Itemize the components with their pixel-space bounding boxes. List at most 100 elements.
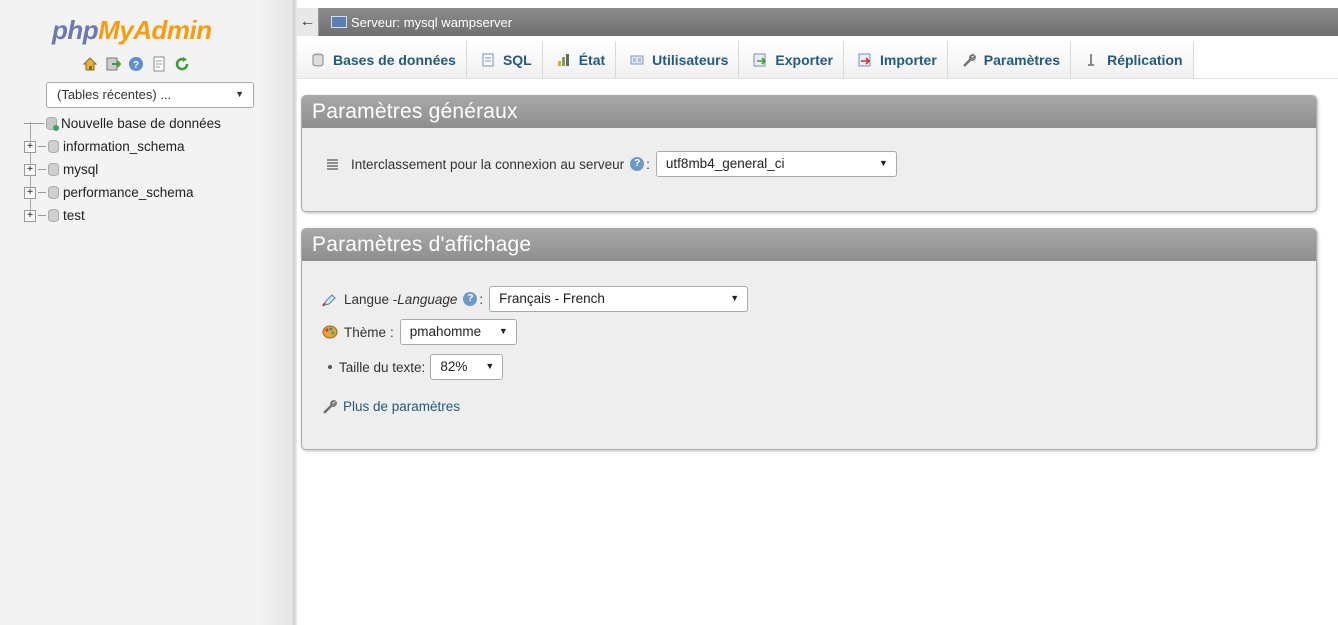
- database-icon: [48, 186, 59, 199]
- svg-text:?: ?: [133, 60, 139, 71]
- tree-item-test[interactable]: + test: [24, 204, 221, 227]
- tab-databases[interactable]: Bases de données: [297, 41, 467, 78]
- reload-icon[interactable]: [174, 56, 190, 72]
- chevron-down-icon: ▼: [879, 158, 888, 168]
- collation-select[interactable]: utf8mb4_general_ci ▼: [655, 151, 897, 177]
- tab-label: Réplication: [1107, 51, 1183, 68]
- database-icon: [48, 209, 59, 222]
- theme-select[interactable]: pmahomme ▼: [399, 319, 517, 345]
- colon-separator: :: [479, 291, 484, 307]
- server-breadcrumb[interactable]: Serveur: mysql wampserver: [351, 15, 512, 30]
- tree-item-information-schema[interactable]: + information_schema: [24, 135, 221, 158]
- font-size-row: Taille du texte: 82% ▼: [322, 354, 504, 380]
- wrench-icon: [323, 400, 337, 414]
- theme-row: Thème : pmahomme ▼: [322, 319, 517, 345]
- tab-settings[interactable]: Paramètres: [947, 41, 1072, 78]
- colon-separator: :: [390, 324, 394, 340]
- chevron-down-icon: ▼: [485, 361, 495, 371]
- tree-connector: [38, 169, 46, 170]
- server-icon: [331, 16, 347, 28]
- docs-icon[interactable]: [151, 56, 167, 72]
- logo-php-text: php: [52, 15, 99, 45]
- help-icon[interactable]: ?: [128, 56, 144, 72]
- sql-icon: [482, 53, 494, 66]
- colon-separator: :: [646, 156, 650, 172]
- general-settings-panel: Paramètres généraux Interclassement pour…: [301, 95, 1317, 212]
- recent-tables-value: (Tables récentes) ...: [57, 87, 172, 102]
- tab-replication[interactable]: Réplication: [1071, 41, 1194, 78]
- list-icon: [327, 159, 338, 170]
- panel-title: Paramètres d'affichage: [302, 229, 1316, 261]
- exit-icon[interactable]: [105, 56, 121, 72]
- navigation-panel: phpMyAdmin ? (Tables récentes) ... ▼ Nou…: [0, 0, 294, 625]
- theme-label: Thème: [344, 324, 387, 340]
- tab-label: Exporter: [775, 51, 833, 68]
- recent-tables-select[interactable]: (Tables récentes) ... ▼: [46, 82, 254, 108]
- database-icon: [312, 53, 324, 66]
- expand-icon[interactable]: +: [24, 140, 36, 153]
- collation-row: Interclassement pour la connexion au ser…: [326, 151, 897, 177]
- home-icon[interactable]: [82, 56, 98, 72]
- database-icon: [48, 163, 59, 176]
- server-breadcrumb-bar: ← Serveur: mysql wampserver: [297, 8, 1338, 36]
- display-settings-panel: Paramètres d'affichage Langue - Language…: [301, 228, 1317, 450]
- tab-label: État: [578, 51, 606, 68]
- tab-users[interactable]: Utilisateurs: [616, 41, 740, 78]
- database-tree: Nouvelle base de données + information_s…: [24, 112, 221, 227]
- tab-label: SQL: [502, 51, 532, 68]
- tab-status[interactable]: État: [542, 41, 617, 78]
- font-size-select[interactable]: 82% ▼: [430, 354, 504, 380]
- tab-import[interactable]: Importer: [844, 41, 948, 78]
- wrench-icon: [963, 53, 976, 67]
- import-icon: [858, 53, 871, 66]
- expand-icon[interactable]: +: [24, 186, 36, 199]
- language-row: Langue - Language ? : Français - French …: [322, 286, 749, 312]
- language-icon: [322, 294, 336, 307]
- tab-label: Importer: [880, 51, 937, 68]
- chevron-down-icon: ▼: [730, 293, 740, 303]
- expand-icon[interactable]: +: [24, 163, 36, 176]
- replication-icon: [1088, 53, 1095, 66]
- nav-resize-handle[interactable]: [293, 0, 297, 625]
- chevron-down-icon: ▼: [498, 326, 508, 336]
- collation-label: Interclassement pour la connexion au ser…: [351, 156, 625, 172]
- tree-item-performance-schema[interactable]: + performance_schema: [24, 181, 221, 204]
- tab-label: Bases de données: [333, 51, 456, 68]
- language-label-italic: Language: [397, 291, 458, 307]
- tree-connector: [38, 146, 46, 147]
- tab-label: Paramètres: [983, 51, 1061, 68]
- nav-icon-bar: ?: [82, 56, 190, 72]
- top-menu: Bases de données SQL État Utilisateurs E…: [297, 41, 1338, 79]
- language-value: Français - French: [499, 291, 605, 306]
- tree-item-label: performance_schema: [63, 185, 194, 200]
- export-icon: [753, 53, 767, 66]
- tree-connector: [38, 192, 46, 193]
- tree-item-label: Nouvelle base de données: [61, 116, 221, 131]
- tab-sql[interactable]: SQL: [466, 41, 543, 78]
- collapse-nav-button[interactable]: ←: [297, 8, 319, 36]
- tab-export[interactable]: Exporter: [739, 41, 844, 78]
- panel-title: Paramètres généraux: [302, 96, 1316, 128]
- tab-label: Utilisateurs: [652, 51, 729, 68]
- language-label: Langue -: [344, 291, 398, 307]
- collation-value: utf8mb4_general_ci: [665, 156, 785, 171]
- tree-item-label: information_schema: [63, 139, 185, 154]
- tree-item-mysql[interactable]: + mysql: [24, 158, 221, 181]
- chevron-down-icon: ▼: [235, 89, 244, 99]
- users-icon: [630, 55, 644, 64]
- more-settings-link[interactable]: Plus de paramètres: [343, 399, 460, 414]
- status-icon: [557, 53, 569, 66]
- tree-item-new-database[interactable]: Nouvelle base de données: [24, 112, 221, 135]
- new-database-icon: [46, 117, 59, 131]
- font-size-value: 82%: [440, 359, 468, 374]
- help-icon[interactable]: ?: [630, 157, 645, 171]
- tree-connector: [38, 215, 46, 216]
- expand-icon[interactable]: +: [24, 209, 36, 222]
- palette-icon: [322, 325, 338, 339]
- phpmyadmin-logo[interactable]: phpMyAdmin: [52, 15, 212, 46]
- logo-myadmin-text: MyAdmin: [98, 15, 212, 45]
- theme-value: pmahomme: [409, 324, 482, 339]
- language-select[interactable]: Français - French ▼: [489, 286, 749, 312]
- tree-connector: [24, 123, 44, 124]
- help-icon[interactable]: ?: [463, 292, 478, 306]
